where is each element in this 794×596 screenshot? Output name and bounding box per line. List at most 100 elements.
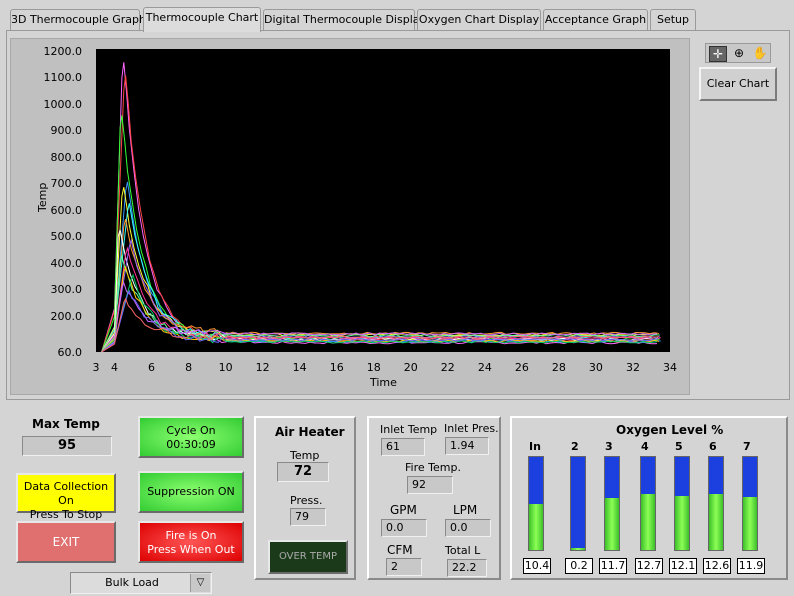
oxygen-level-fill [529,503,543,550]
cycle-on-button[interactable]: Cycle On 00:30:09 [138,416,244,458]
inlet-temp-label: Inlet Temp [380,423,438,436]
oxygen-value: 0.2 [565,558,593,574]
inlet-temp-value: 61 [381,438,425,456]
oxygen-level-bar [640,456,656,551]
oxygen-level-fill [571,548,585,550]
oxygen-value: 11.9 [737,558,765,574]
oxygen-level-fill [743,497,757,550]
data-collection-button[interactable]: Data Collection On Press To Stop [16,473,116,521]
air-heater-press-value: 79 [290,508,326,526]
x-tick-label: 24 [477,361,492,374]
x-tick-label: 16 [329,361,344,374]
y-tick-label: 1100.0 [43,71,83,84]
max-temp-display: 95 [22,436,112,456]
thermocouple-series-line [101,115,660,352]
x-tick-label: 34 [663,361,677,374]
total-l-label: Total L [445,544,481,557]
oxygen-channel-label: 7 [743,440,751,453]
oxygen-level-fill [709,494,723,550]
total-l-value: 22.2 [447,559,487,577]
thermocouple-series-line [101,62,658,352]
y-axis: 1200.0 1100.0 1000.0 900.0 800.0 700.0 6… [20,45,83,360]
air-heater-temp-label: Temp [290,449,320,462]
fire-temp-value: 92 [407,476,453,494]
y-tick-label: 300.0 [50,283,83,296]
air-heater-temp-value: 72 [277,462,329,482]
air-heater-title: Air Heater [275,425,345,439]
y-tick-label: 60.0 [57,346,83,359]
thermocouple-series-line [101,297,659,352]
x-tick-label: 10 [218,361,233,374]
x-tick-label: 22 [440,361,455,374]
oxygen-level-bar [528,456,544,551]
oxygen-level-bar [570,456,586,551]
oxygen-channel-label: In [529,440,541,453]
x-axis-label: Time [370,376,397,389]
graph-palette: ✛ ⊕ ✋ [705,43,771,63]
x-tick-label: 20 [403,361,418,374]
x-axis: 3 4 6 8 10 12 14 16 18 20 22 24 26 28 30 32 34 [82,361,682,375]
y-tick-label: 600.0 [50,204,83,217]
thermocouple-series-line [101,203,659,352]
air-heater-press-label: Press. [290,494,323,507]
plot-area [96,49,670,352]
y-tick-label: 200.0 [50,310,83,323]
cfm-value: 2 [386,558,422,576]
x-tick-label: 8 [185,361,193,374]
tab-acceptance-graph[interactable]: Acceptance Graph [543,9,648,31]
inlet-pres-value: 1.94 [445,437,489,455]
clear-chart-button[interactable]: Clear Chart [699,67,777,101]
oxygen-level-fill [641,493,655,550]
cfm-label: CFM [387,543,413,557]
oxygen-value: 12.7 [635,558,663,574]
gpm-label: GPM [390,503,417,517]
inlet-pres-label: Inlet Pres. [444,422,499,435]
x-tick-label: 26 [514,361,529,374]
oxygen-channel-label: 2 [571,440,579,453]
y-tick-label: 700.0 [50,177,83,190]
oxygen-level-bar [742,456,758,551]
oxygen-value: 10.4 [523,558,551,574]
thermocouple-series-line [101,75,659,352]
x-tick-label: 14 [292,361,307,374]
y-tick-label: 800.0 [50,151,83,164]
x-tick-label: 32 [625,361,640,374]
lpm-label: LPM [453,503,478,517]
x-tick-label: 12 [255,361,270,374]
tab-thermocouple-chart[interactable]: Thermocouple Chart [143,7,261,32]
oxygen-level-bar [708,456,724,551]
tab-3d-thermocouple-graph[interactable]: 3D Thermocouple Graph [10,9,146,31]
crosshair-cursor-icon[interactable]: ✛ [709,46,727,62]
y-tick-label: 1000.0 [43,98,83,111]
oxygen-value: 12.6 [703,558,731,574]
oxygen-value: 11.7 [599,558,627,574]
x-tick-label: 18 [366,361,381,374]
y-tick-label: 1200.0 [43,45,83,58]
x-tick-label: 4 [111,361,119,374]
fire-button[interactable]: Fire is On Press When Out [138,521,244,563]
oxygen-channel-label: 5 [675,440,683,453]
zoom-icon[interactable]: ⊕ [730,46,748,62]
oxygen-channel-label: 6 [709,440,717,453]
lpm-value: 0.0 [445,519,491,537]
fire-temp-label: Fire Temp. [405,461,461,474]
suppression-button[interactable]: Suppression ON [138,471,244,513]
y-tick-label: 900.0 [50,124,83,137]
tab-digital-thermocouple-display[interactable]: Digital Thermocouple Display [263,9,426,31]
exit-button[interactable]: EXIT [16,521,116,563]
x-tick-label: 30 [588,361,603,374]
y-tick-label: 500.0 [50,230,83,243]
tab-setup[interactable]: Setup [650,9,696,31]
oxygen-level-fill [675,496,689,550]
gpm-value: 0.0 [381,519,427,537]
chevron-down-icon[interactable]: ▽ [190,574,210,592]
oxygen-value: 12.1 [669,558,697,574]
oxygen-title: Oxygen Level % [616,423,724,437]
y-tick-label: 400.0 [50,257,83,270]
oxygen-level-fill [605,498,619,550]
oxygen-level-bar [604,456,620,551]
over-temp-indicator: OVER TEMP [268,540,348,574]
pan-hand-icon[interactable]: ✋ [751,46,769,62]
tab-oxygen-chart-display[interactable]: Oxygen Chart Display [417,9,541,31]
oxygen-level-bar [674,456,690,551]
